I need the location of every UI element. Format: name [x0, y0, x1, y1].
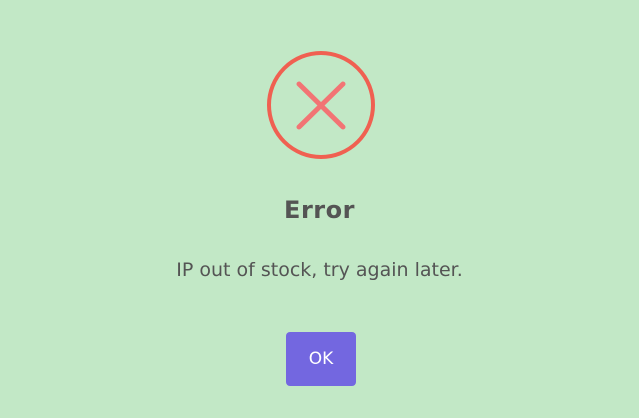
error-dialog: Error IP out of stock, try again later. … [0, 0, 639, 418]
ok-button[interactable]: OK [286, 332, 356, 386]
dialog-message: IP out of stock, try again later. [176, 259, 463, 281]
dialog-title: Error [284, 196, 355, 224]
error-x-icon [266, 50, 376, 160]
